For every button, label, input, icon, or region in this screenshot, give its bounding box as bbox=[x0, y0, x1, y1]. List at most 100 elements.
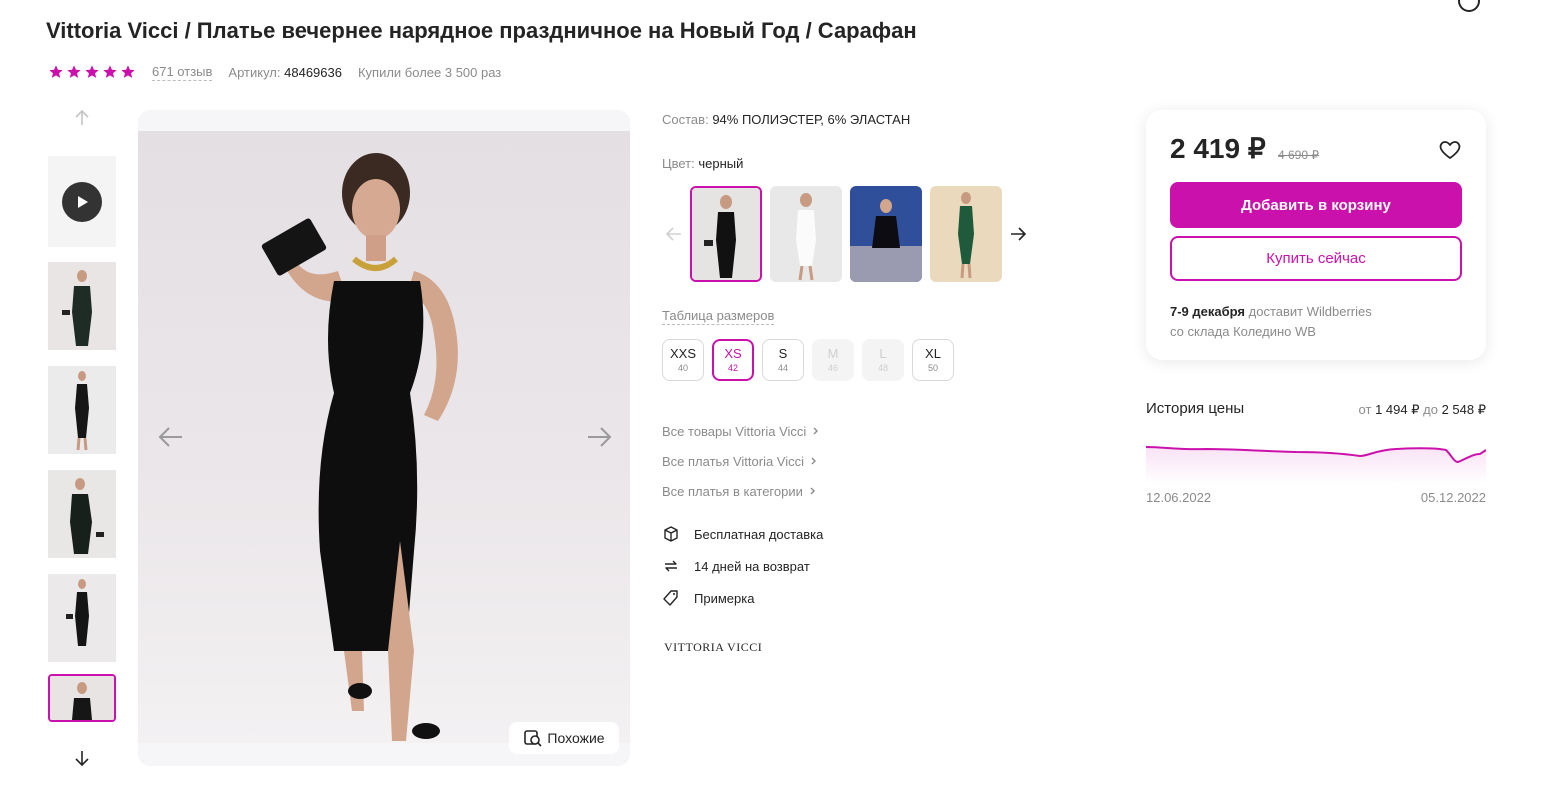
size-label: XXS bbox=[669, 346, 696, 361]
color-next-arrow-icon[interactable] bbox=[1008, 224, 1028, 244]
composition-value: 94% ПОЛИЭСТЕР, 6% ЭЛАСТАН bbox=[712, 112, 911, 127]
price-history-chart[interactable] bbox=[1146, 436, 1486, 484]
size-label: XS bbox=[724, 346, 742, 361]
feature-fitting: Примерка bbox=[662, 582, 823, 614]
video-thumbnail[interactable] bbox=[48, 156, 116, 247]
size-ru: 48 bbox=[877, 363, 888, 373]
size-option-m: M 46 bbox=[812, 339, 854, 381]
feature-label: Бесплатная доставка bbox=[694, 526, 824, 542]
product-meta: 671 отзыв Артикул: 48469636 Купили более… bbox=[48, 62, 501, 82]
color-info: Цвет: черный bbox=[662, 156, 743, 171]
thumbnail-2[interactable] bbox=[48, 366, 116, 454]
size-ru: 50 bbox=[927, 363, 938, 373]
photo-background bbox=[138, 131, 630, 743]
color-swatch-white[interactable] bbox=[770, 186, 842, 282]
thumbnail-5-selected[interactable] bbox=[48, 674, 116, 722]
range-max: 2 548 ₽ bbox=[1441, 402, 1486, 417]
brand-links: Все товары Vittoria Vicci Все платья Vit… bbox=[662, 416, 820, 506]
size-label: S bbox=[778, 346, 788, 361]
size-option-xl[interactable]: XL 50 bbox=[912, 339, 954, 381]
photo-prev-arrow-icon[interactable] bbox=[156, 422, 186, 452]
star-icon bbox=[85, 65, 99, 78]
bought-count: Купили более 3 500 раз bbox=[357, 64, 502, 80]
size-table-link[interactable]: Таблица размеров bbox=[662, 308, 775, 325]
old-price: 4 690 ₽ bbox=[1278, 148, 1319, 162]
size-option-xxs[interactable]: XXS 40 bbox=[662, 339, 704, 381]
color-swatch-black[interactable] bbox=[690, 186, 762, 282]
size-option-s[interactable]: S 44 bbox=[762, 339, 804, 381]
price-history-range: от 1 494 ₽ до 2 548 ₽ bbox=[1300, 402, 1486, 418]
range-from-label: от bbox=[1358, 402, 1372, 417]
size-option-l: L 48 bbox=[862, 339, 904, 381]
composition-label: Состав: bbox=[662, 112, 709, 127]
size-label: M bbox=[827, 346, 839, 361]
delivery-from: со склада Коледино WB bbox=[1170, 324, 1316, 339]
buy-now-button[interactable]: Купить сейчас bbox=[1170, 236, 1462, 281]
price-history-start-date: 12.06.2022 bbox=[1146, 490, 1212, 505]
article-value: 48469636 bbox=[284, 64, 342, 80]
arrow-down-icon[interactable] bbox=[72, 748, 92, 768]
link-all-category-dresses[interactable]: Все платья в категории bbox=[662, 476, 820, 506]
price-history-title: История цены bbox=[1146, 400, 1245, 417]
similar-button[interactable]: Похожие bbox=[509, 722, 619, 754]
size-option-xs[interactable]: XS 42 bbox=[712, 339, 754, 381]
link-all-brand-products[interactable]: Все товары Vittoria Vicci bbox=[662, 416, 820, 446]
user-icon[interactable] bbox=[1458, 0, 1480, 12]
rating-stars bbox=[48, 64, 136, 80]
play-icon bbox=[62, 181, 102, 222]
add-to-cart-button[interactable]: Добавить в корзину bbox=[1170, 182, 1462, 228]
size-selector: XXS 40 XS 42 S 44 M 46 L 48 XL 50 bbox=[662, 339, 954, 381]
heart-icon[interactable] bbox=[1438, 138, 1462, 162]
star-icon bbox=[103, 65, 117, 78]
thumbnail-1[interactable] bbox=[48, 262, 116, 350]
price-history-end-date: 05.12.2022 bbox=[1420, 490, 1486, 505]
tag-icon bbox=[662, 589, 680, 607]
chevron-right-icon bbox=[811, 457, 817, 465]
color-prev-arrow-icon[interactable] bbox=[664, 224, 684, 244]
feature-free-delivery: Бесплатная доставка bbox=[662, 518, 823, 550]
delivery-line-1: 7-9 декабря доставит Wildberries bbox=[1170, 302, 1372, 322]
thumbnail-4[interactable] bbox=[48, 574, 116, 662]
star-icon bbox=[121, 65, 135, 78]
feature-return: 14 дней на возврат bbox=[662, 550, 823, 582]
box-icon bbox=[662, 525, 680, 543]
product-title: Vittoria Vicci / Платье вечернее нарядно… bbox=[46, 18, 917, 43]
size-ru: 40 bbox=[677, 363, 688, 373]
color-value: черный bbox=[698, 156, 744, 171]
size-ru: 46 bbox=[827, 363, 838, 373]
chevron-right-icon bbox=[810, 487, 815, 495]
reviews-link[interactable]: 671 отзыв bbox=[152, 64, 213, 81]
article-number: Артикул: 48469636 bbox=[228, 65, 342, 80]
range-min: 1 494 ₽ bbox=[1375, 402, 1420, 417]
feature-label: 14 дней на возврат bbox=[694, 558, 810, 574]
composition: Состав: 94% ПОЛИЭСТЕР, 6% ЭЛАСТАН bbox=[662, 112, 910, 127]
current-price: 2 419 ₽ bbox=[1170, 133, 1266, 164]
size-label: L bbox=[879, 346, 887, 361]
color-label: Цвет: bbox=[662, 156, 695, 171]
color-swatch-green[interactable] bbox=[930, 186, 1002, 282]
delivery-date: 7-9 декабря bbox=[1170, 304, 1246, 319]
size-ru: 42 bbox=[727, 363, 738, 373]
size-ru: 44 bbox=[777, 363, 788, 373]
delivery-info: 7-9 декабря доставит Wildberries со скла… bbox=[1170, 302, 1372, 342]
link-label: Все платья в категории bbox=[662, 483, 803, 499]
size-label: XL bbox=[925, 346, 941, 361]
arrow-up-icon[interactable] bbox=[72, 108, 92, 128]
star-icon bbox=[67, 65, 81, 78]
similar-search-icon bbox=[524, 730, 542, 747]
color-swatch-navy[interactable] bbox=[850, 186, 922, 282]
photo-next-arrow-icon[interactable] bbox=[584, 422, 614, 452]
brand-logo[interactable]: VITTORIA VICCI bbox=[664, 640, 762, 655]
return-icon bbox=[662, 557, 680, 575]
similar-label: Похожие bbox=[547, 730, 605, 746]
chevron-right-icon bbox=[813, 427, 819, 435]
buy-card: 2 419 ₽ 4 690 ₽ Добавить в корзину Купит… bbox=[1146, 110, 1486, 360]
link-label: Все платья Vittoria Vicci bbox=[662, 453, 805, 469]
range-to-label: до bbox=[1423, 402, 1438, 417]
link-all-brand-dresses[interactable]: Все платья Vittoria Vicci bbox=[662, 446, 820, 476]
thumbnail-3[interactable] bbox=[48, 470, 116, 558]
link-label: Все товары Vittoria Vicci bbox=[662, 423, 807, 439]
article-label: Артикул: bbox=[228, 64, 281, 80]
delivery-by: доставит Wildberries bbox=[1248, 304, 1372, 319]
main-product-photo[interactable]: Похожие bbox=[138, 110, 630, 766]
